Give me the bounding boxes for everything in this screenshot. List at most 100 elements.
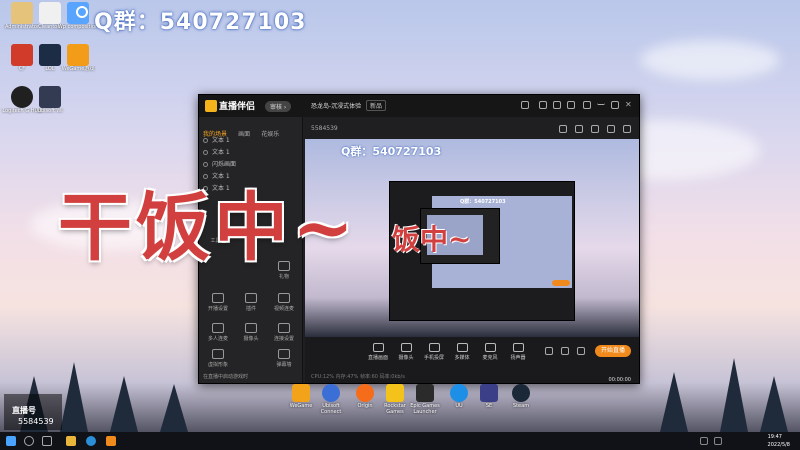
grid-label: 虚拟形象 bbox=[207, 362, 228, 368]
edge-icon[interactable] bbox=[86, 436, 96, 446]
search-icon[interactable] bbox=[24, 436, 34, 446]
start-live-button[interactable]: 开始直播 bbox=[595, 345, 631, 357]
volume-icon[interactable] bbox=[714, 437, 722, 445]
nested-qq-text: Q群：540727103 bbox=[460, 199, 506, 205]
multi-link-button[interactable]: 多人连麦 bbox=[203, 323, 233, 342]
message-icon[interactable] bbox=[553, 101, 561, 109]
launcher-label: WeGame bbox=[289, 403, 313, 409]
plugin-button[interactable]: 插件 bbox=[236, 293, 266, 312]
qq-group-banner: Q群：540727103 bbox=[94, 10, 307, 35]
desktop-icon-wegame[interactable]: WeGame游戏 bbox=[56, 44, 100, 73]
overlay-caption: 干饭中~ bbox=[58, 185, 359, 271]
launcher-steam[interactable]: Steam bbox=[504, 384, 538, 409]
button-label: 直播画面 bbox=[367, 355, 388, 361]
windows-taskbar: 19:47 2022/5/8 bbox=[0, 432, 800, 450]
virtual-avatar-button[interactable]: 虚拟形象 bbox=[203, 349, 233, 368]
share-icon[interactable] bbox=[623, 125, 631, 133]
plugin-icon bbox=[245, 293, 257, 303]
task-view-icon[interactable] bbox=[42, 436, 52, 446]
scene-item[interactable]: 文本 1 bbox=[203, 147, 299, 158]
eye-icon[interactable] bbox=[203, 138, 208, 143]
session-tag: 新品 bbox=[366, 100, 387, 111]
desktop-icon-label: Ubisoft Wi bbox=[37, 108, 63, 114]
nested-start-button bbox=[552, 280, 570, 286]
screen-capture-button[interactable]: 直播画面 bbox=[365, 343, 391, 361]
launcher-origin[interactable]: Origin bbox=[348, 384, 382, 409]
tree-silhouette bbox=[720, 358, 748, 432]
grid-label: 视频连麦 bbox=[273, 306, 294, 312]
danmaku-wall-button[interactable]: 弹幕墙 bbox=[269, 349, 299, 368]
file-explorer-icon[interactable] bbox=[66, 436, 76, 446]
microphone-button[interactable]: 麦克风 bbox=[477, 343, 503, 361]
session-title[interactable]: 恐龙岛-沉浸式体验 bbox=[311, 101, 361, 110]
network-icon[interactable] bbox=[700, 437, 708, 445]
tree-silhouette bbox=[60, 362, 88, 432]
layout-icon[interactable] bbox=[575, 125, 583, 133]
menu-icon[interactable] bbox=[583, 101, 591, 109]
grid-label: 多人连麦 bbox=[207, 336, 228, 342]
launcher-label: Ubisoft Connect bbox=[320, 403, 342, 415]
gear-icon[interactable] bbox=[577, 347, 585, 355]
launcher-se[interactable]: SE bbox=[472, 384, 506, 409]
record-icon[interactable] bbox=[545, 347, 553, 355]
live-app-taskbar-icon[interactable] bbox=[106, 436, 116, 446]
maximize-icon[interactable] bbox=[611, 101, 619, 109]
phone-cast-button[interactable]: 手机投屏 bbox=[421, 343, 447, 361]
eye-icon[interactable] bbox=[203, 150, 208, 155]
launcher-uu[interactable]: UU bbox=[442, 384, 476, 409]
live-settings-button[interactable]: 开播设置 bbox=[203, 293, 233, 312]
app-icon bbox=[39, 86, 61, 108]
lock-icon[interactable] bbox=[559, 125, 567, 133]
scene-item[interactable]: 文本 1 bbox=[203, 135, 299, 146]
eye-icon[interactable] bbox=[203, 162, 208, 167]
launcher-ubisoft[interactable]: Ubisoft Connect bbox=[314, 384, 348, 415]
rockstar-icon bbox=[386, 384, 404, 402]
avatar-icon[interactable] bbox=[521, 101, 529, 109]
launcher-epic[interactable]: Epic Games Launcher bbox=[408, 384, 442, 415]
scene-tabs: 我的场景 画面 花娱乐 bbox=[203, 121, 285, 138]
monitor-icon[interactable] bbox=[567, 101, 575, 109]
ubisoft-icon bbox=[322, 384, 340, 402]
eye-icon[interactable] bbox=[561, 347, 569, 355]
record-icon[interactable] bbox=[591, 125, 599, 133]
danmaku-icon bbox=[278, 349, 290, 359]
launcher-wegame[interactable]: WeGame bbox=[284, 384, 318, 409]
button-label: 扬声器 bbox=[510, 355, 526, 361]
chat-icon[interactable] bbox=[539, 101, 547, 109]
preview-toolbar: 5584539 bbox=[305, 117, 639, 139]
scene-label: 闪烁画面 bbox=[212, 161, 237, 168]
scene-label: 文本 1 bbox=[212, 149, 230, 156]
connection-settings-button[interactable]: 连接设置 bbox=[269, 323, 299, 342]
tree-silhouette bbox=[110, 376, 138, 432]
uu-icon bbox=[450, 384, 468, 402]
epic-games-icon bbox=[416, 384, 434, 402]
desktop-icon-ubisoft[interactable]: Ubisoft Wi bbox=[28, 86, 72, 115]
desktop-icon-label: WeGame游戏 bbox=[61, 66, 95, 72]
tree-silhouette bbox=[160, 384, 188, 432]
settings-icon bbox=[212, 293, 224, 303]
link-icon bbox=[278, 323, 290, 333]
launcher-label: Steam bbox=[512, 403, 530, 409]
launcher-label: Rockstar Games bbox=[384, 403, 406, 415]
tree-silhouette bbox=[660, 372, 688, 432]
launcher-rockstar[interactable]: Rockstar Games bbox=[378, 384, 412, 415]
microphone-icon bbox=[484, 343, 496, 352]
launcher-label: Epic Games Launcher bbox=[410, 403, 440, 415]
clock-date[interactable]: 2022/5/8 bbox=[768, 442, 790, 448]
bell-icon[interactable] bbox=[607, 125, 615, 133]
clock-time[interactable]: 19:47 bbox=[768, 434, 782, 440]
minimize-icon[interactable] bbox=[597, 101, 605, 105]
review-badge[interactable]: 审核 › bbox=[265, 101, 292, 112]
cloud-shape bbox=[640, 40, 780, 80]
speaker-button[interactable]: 扬声器 bbox=[505, 343, 531, 361]
close-icon[interactable]: ✕ bbox=[625, 101, 633, 109]
app-name: 直播伴侣 bbox=[219, 102, 256, 112]
overlay-caption-echo: 饭中~ bbox=[392, 223, 472, 256]
tree-silhouette bbox=[760, 376, 788, 432]
camera-source-button[interactable]: 摄像头 bbox=[393, 343, 419, 361]
camera-button[interactable]: 摄像头 bbox=[236, 323, 266, 342]
video-link-button[interactable]: 视频连麦 bbox=[269, 293, 299, 312]
camera-icon bbox=[245, 323, 257, 333]
start-icon[interactable] bbox=[6, 436, 16, 446]
media-button[interactable]: 多媒体 bbox=[449, 343, 475, 361]
